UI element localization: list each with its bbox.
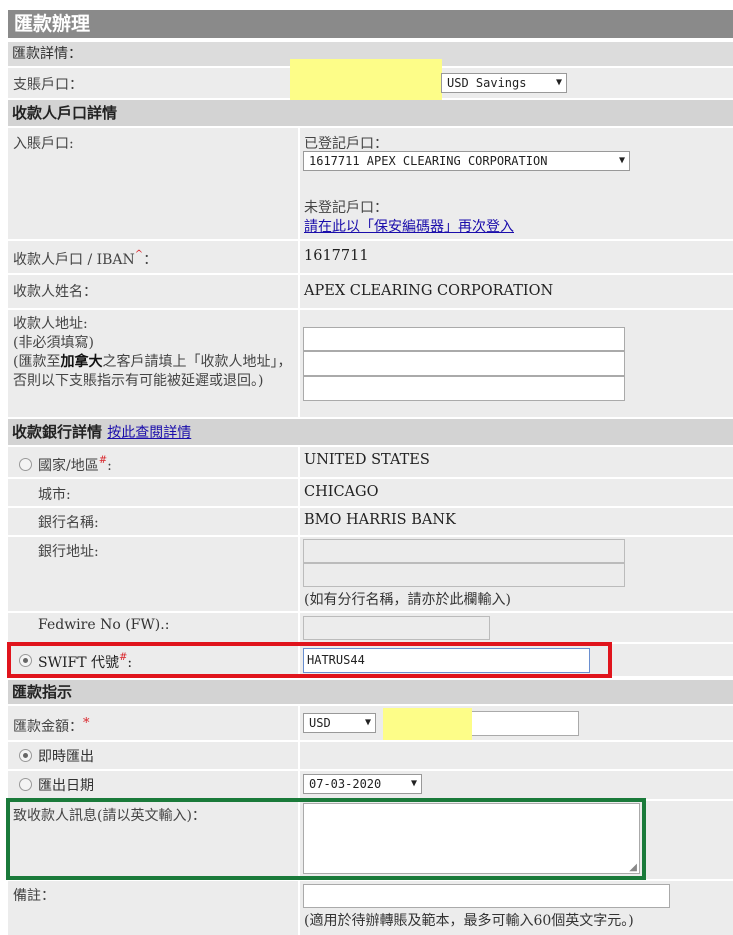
redacted-amount	[383, 708, 472, 740]
page-title: 匯款辦理	[8, 10, 733, 38]
country-value: UNITED STATES	[304, 452, 430, 468]
account-iban-label: 收款人戶口 / IBAN^：	[13, 249, 158, 268]
column-divider	[298, 508, 300, 535]
column-divider	[298, 447, 300, 477]
fedwire-label: Fedwire No (FW).:	[38, 617, 170, 633]
column-divider	[298, 479, 300, 506]
payee-name-label: 收款人姓名：	[13, 284, 97, 300]
relogin-security-device-link[interactable]: 請在此以「保安編碼器」再次登入	[304, 216, 514, 236]
column-divider	[298, 706, 300, 740]
footnote-mark: ^	[134, 249, 144, 260]
debit-account-label: 支賬戶口：	[13, 77, 83, 93]
city-label: 城市:	[38, 487, 71, 503]
debit-account-select[interactable]: USD Savings ▼	[441, 73, 567, 93]
transfer-date-select[interactable]: 07-03-2020 ▼	[303, 774, 422, 794]
account-iban-value: 1617711	[304, 248, 369, 264]
immediate-row	[8, 742, 733, 769]
payee-address-line3-input[interactable]	[303, 376, 625, 401]
payee-name-value: APEX CLEARING CORPORATION	[304, 283, 554, 299]
registered-account-value: 1617711 APEX CLEARING CORPORATION	[309, 154, 548, 168]
column-divider	[298, 881, 300, 935]
payee-address-line2-input[interactable]	[303, 351, 625, 376]
immediate-radio[interactable]	[19, 749, 32, 762]
remarks-input[interactable]	[303, 884, 670, 908]
immediate-label: 即時匯出	[38, 749, 94, 765]
chevron-down-icon: ▼	[555, 77, 562, 88]
column-divider	[298, 613, 300, 642]
bank-address-line1-input[interactable]	[303, 539, 625, 563]
bank-address-label: 銀行地址:	[38, 544, 99, 560]
payee-bank-heading: 收款銀行詳情 按此查閱詳情	[8, 419, 733, 445]
payee-address-label-block: 收款人地址: (非必須填寫) (匯款至加拿大之客戶請填上「收款人地址」，否則以下…	[13, 315, 295, 391]
instruction-heading: 匯款指示	[8, 680, 733, 704]
fedwire-input[interactable]	[303, 616, 490, 640]
bank-name-label: 銀行名稱:	[38, 515, 99, 531]
column-divider	[298, 742, 300, 769]
chevron-down-icon: ▼	[410, 778, 417, 789]
credit-account-label: 入賬戶口:	[13, 136, 74, 152]
redacted-account	[290, 59, 442, 103]
bank-details-link[interactable]: 按此查閱詳情	[107, 425, 191, 441]
chevron-down-icon: ▼	[618, 155, 625, 166]
amount-label: 匯款金額：*	[13, 716, 90, 735]
bank-name-value: BMO HARRIS BANK	[304, 512, 456, 528]
column-divider	[298, 241, 300, 273]
remarks-label: 備註：	[13, 888, 55, 904]
payee-account-heading: 收款人戶口詳情	[8, 100, 733, 126]
registered-account-label: 已登記戶口：	[304, 136, 388, 152]
column-divider	[298, 771, 300, 799]
payee-address-optional: (非必須填寫)	[13, 335, 94, 351]
column-divider	[298, 537, 300, 611]
currency-value: USD	[309, 716, 331, 730]
registered-account-select[interactable]: 1617711 APEX CLEARING CORPORATION ▼	[303, 151, 630, 171]
payee-address-note: (匯款至加拿大之客戶請填上「收款人地址」，否則以下支賬指示有可能被延遲或退回。)	[13, 354, 292, 389]
message-highlight-box	[6, 798, 646, 880]
transfer-date-label: 匯出日期	[38, 778, 94, 794]
transfer-date-radio[interactable]	[19, 778, 32, 791]
debit-currency-value: USD Savings	[447, 76, 527, 90]
chevron-down-icon: ▼	[364, 717, 371, 728]
column-divider	[298, 128, 300, 239]
swift-highlight-box	[7, 642, 612, 678]
remarks-note: (適用於待辦轉賬及範本，最多可輸入60個英文字元。)	[304, 913, 634, 929]
branch-note: (如有分行名稱，請亦於此欄輸入)	[304, 592, 511, 608]
bank-address-line2-input[interactable]	[303, 563, 625, 587]
payee-address-label: 收款人地址:	[13, 316, 88, 332]
transfer-date-value: 07-03-2020	[309, 777, 382, 791]
country-label: 國家/地區#:	[38, 455, 112, 474]
city-value: CHICAGO	[304, 484, 379, 500]
unregistered-account-label: 未登記戶口：	[304, 200, 388, 216]
column-divider	[298, 310, 300, 417]
currency-select[interactable]: USD ▼	[303, 713, 376, 733]
country-radio[interactable]	[19, 458, 32, 471]
column-divider	[298, 275, 300, 308]
payee-address-line1-input[interactable]	[303, 327, 625, 351]
